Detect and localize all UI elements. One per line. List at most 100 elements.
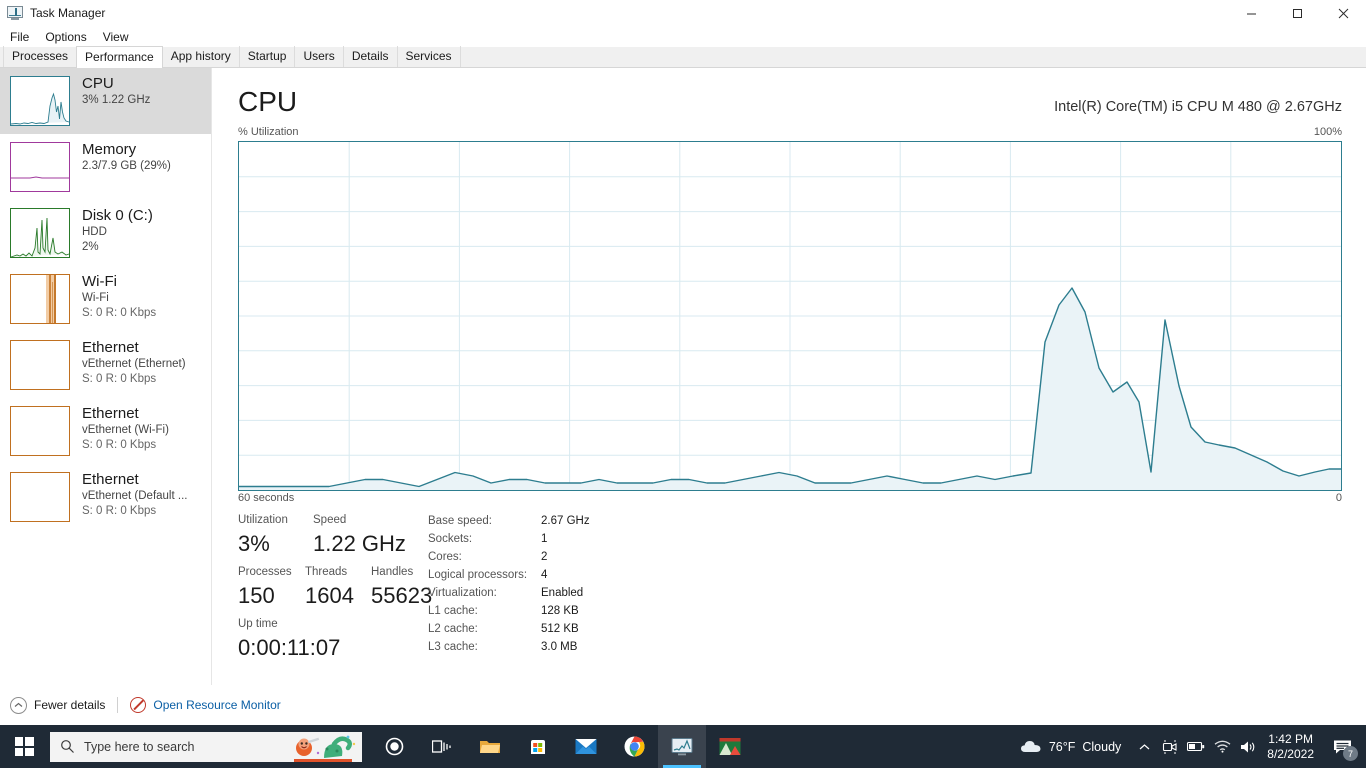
tab-processes[interactable]: Processes bbox=[3, 46, 78, 67]
tab-app-history[interactable]: App history bbox=[161, 46, 240, 67]
sidebar-item-ethernet-1[interactable]: Ethernet vEthernet (Ethernet) S: 0 R: 0 … bbox=[0, 332, 211, 398]
system-tray: 76°F Cloudy 1:42 PM 8/2/2022 7 bbox=[1010, 725, 1366, 768]
sidebar-item-disk-0[interactable]: Disk 0 (C:) HDD 2% bbox=[0, 200, 211, 266]
search-input[interactable]: Type here to search bbox=[84, 740, 194, 754]
page-title: CPU bbox=[238, 86, 298, 117]
clock-time: 1:42 PM bbox=[1268, 731, 1313, 746]
sidebar-ethernet1-text: Ethernet vEthernet (Ethernet) S: 0 R: 0 … bbox=[82, 338, 186, 387]
sidebar-item-title: Ethernet bbox=[82, 339, 139, 356]
file-explorer-icon[interactable] bbox=[466, 725, 514, 768]
sidebar-item-title: Wi-Fi bbox=[82, 273, 117, 290]
resource-monitor-icon[interactable] bbox=[130, 697, 147, 713]
sidebar-item-sub2: 2% bbox=[82, 241, 99, 253]
tab-details[interactable]: Details bbox=[342, 46, 398, 67]
camera-privacy-icon[interactable] bbox=[1157, 725, 1183, 768]
sidebar-item-sub1: vEthernet (Ethernet) bbox=[82, 358, 186, 370]
stat-value: 1.22 GHz bbox=[313, 531, 406, 556]
stat-value: 1604 bbox=[305, 583, 354, 608]
stat-threads: Threads 1604 bbox=[305, 564, 371, 612]
spec-key: Virtualization: bbox=[428, 587, 497, 599]
spec-value: Enabled bbox=[541, 587, 584, 599]
stat-label: Threads bbox=[305, 566, 348, 578]
photos-icon[interactable] bbox=[706, 725, 754, 768]
minimize-button[interactable] bbox=[1228, 0, 1274, 26]
tab-performance[interactable]: Performance bbox=[76, 46, 163, 68]
taskbar-search-box[interactable]: Type here to search bbox=[50, 731, 362, 762]
sidebar-item-ethernet-3[interactable]: Ethernet vEthernet (Default ... S: 0 R: … bbox=[0, 464, 211, 530]
start-button[interactable] bbox=[0, 725, 48, 768]
stat-row-uptime: Up time 0:00:11:07 bbox=[238, 616, 448, 664]
spec-key: Sockets: bbox=[428, 533, 473, 545]
cpu-utilization-graph[interactable] bbox=[238, 141, 1342, 491]
menu-bar: File Options View bbox=[0, 26, 1366, 47]
weather-widget[interactable]: 76°F Cloudy bbox=[1010, 739, 1131, 754]
disk-thumbnail-graph bbox=[10, 208, 70, 258]
fewer-details-button[interactable]: Fewer details bbox=[34, 698, 105, 712]
sidebar-item-title: CPU bbox=[82, 75, 114, 92]
tab-startup[interactable]: Startup bbox=[238, 46, 296, 67]
performance-content: CPU 3% 1.22 GHz Memory 2.3/7.9 GB (29%) bbox=[0, 68, 1366, 685]
chevron-up-icon[interactable] bbox=[10, 696, 27, 714]
notification-center-button[interactable]: 7 bbox=[1322, 725, 1362, 768]
weather-temperature: 76°F bbox=[1048, 739, 1076, 754]
spec-value: 2.67 GHz bbox=[541, 515, 590, 527]
stat-value: 0:00:11:07 bbox=[238, 635, 341, 660]
weather-condition: Cloudy bbox=[1082, 739, 1122, 754]
battery-icon[interactable] bbox=[1183, 725, 1209, 768]
window-controls bbox=[1228, 0, 1366, 26]
cpu-thumbnail-graph bbox=[10, 76, 70, 126]
stat-label: Speed bbox=[313, 514, 347, 526]
sidebar-ethernet2-text: Ethernet vEthernet (Wi-Fi) S: 0 R: 0 Kbp… bbox=[82, 404, 169, 453]
stat-handles: Handles 55623 bbox=[371, 564, 432, 612]
chrome-icon[interactable] bbox=[610, 725, 658, 768]
ethernet-thumbnail-graph bbox=[10, 472, 70, 522]
spec-key: Logical processors: bbox=[428, 569, 528, 581]
spec-value: 4 bbox=[541, 569, 548, 581]
spec-key: L3 cache: bbox=[428, 641, 478, 653]
cpu-stats: Utilization 3% Speed 1.22 GHz Processes … bbox=[213, 512, 1366, 685]
spec-value: 512 KB bbox=[541, 623, 579, 635]
taskbar-clock[interactable]: 1:42 PM 8/2/2022 bbox=[1261, 732, 1322, 762]
menu-options[interactable]: Options bbox=[37, 28, 94, 46]
open-resource-monitor-link[interactable]: Open Resource Monitor bbox=[153, 698, 280, 712]
show-hidden-icons-chevron-up-icon[interactable] bbox=[1131, 725, 1157, 768]
sidebar-item-sub1: HDD bbox=[82, 226, 107, 238]
graph-x-min-label: 0 bbox=[1335, 492, 1342, 504]
sidebar-item-sub1: vEthernet (Wi-Fi) bbox=[82, 424, 169, 436]
ethernet-thumbnail-graph bbox=[10, 340, 70, 390]
spec-row: Cores: 2 bbox=[428, 548, 590, 566]
sidebar-ethernet3-text: Ethernet vEthernet (Default ... S: 0 R: … bbox=[82, 470, 187, 519]
sidebar-item-title: Ethernet bbox=[82, 405, 139, 422]
wifi-icon[interactable] bbox=[1209, 725, 1235, 768]
maximize-button[interactable] bbox=[1274, 0, 1320, 26]
graph-x-axis-label: 60 seconds bbox=[238, 492, 295, 504]
search-decoration-art bbox=[284, 731, 362, 762]
spec-key: L2 cache: bbox=[428, 623, 478, 635]
microsoft-store-icon[interactable] bbox=[514, 725, 562, 768]
volume-icon[interactable] bbox=[1235, 725, 1261, 768]
task-view-icon[interactable] bbox=[418, 725, 466, 768]
sidebar-item-sub2: S: 0 R: 0 Kbps bbox=[82, 505, 157, 517]
spec-row: Base speed: 2.67 GHz bbox=[428, 512, 590, 530]
sidebar-item-wifi[interactable]: Wi-Fi Wi-Fi S: 0 R: 0 Kbps bbox=[0, 266, 211, 332]
sidebar-item-sub1: Wi-Fi bbox=[82, 292, 109, 304]
sidebar-item-memory[interactable]: Memory 2.3/7.9 GB (29%) bbox=[0, 134, 211, 200]
tab-users[interactable]: Users bbox=[294, 46, 344, 67]
close-button[interactable] bbox=[1320, 0, 1366, 26]
sidebar-item-title: Memory bbox=[82, 141, 137, 158]
task-manager-taskbar-button[interactable] bbox=[658, 725, 706, 768]
spec-value: 1 bbox=[541, 533, 548, 545]
spec-key: L1 cache: bbox=[428, 605, 478, 617]
stat-processes: Processes 150 bbox=[238, 564, 305, 612]
stat-label: Up time bbox=[238, 618, 278, 630]
tab-services[interactable]: Services bbox=[396, 46, 461, 67]
sidebar-disk-text: Disk 0 (C:) HDD 2% bbox=[82, 206, 153, 255]
cortana-icon[interactable] bbox=[370, 725, 418, 768]
sidebar-item-cpu[interactable]: CPU 3% 1.22 GHz bbox=[0, 68, 211, 134]
spec-value: 128 KB bbox=[541, 605, 579, 617]
menu-view[interactable]: View bbox=[95, 28, 137, 46]
mail-icon[interactable] bbox=[562, 725, 610, 768]
stat-label: Utilization bbox=[238, 514, 288, 526]
sidebar-item-ethernet-2[interactable]: Ethernet vEthernet (Wi-Fi) S: 0 R: 0 Kbp… bbox=[0, 398, 211, 464]
menu-file[interactable]: File bbox=[2, 28, 37, 46]
